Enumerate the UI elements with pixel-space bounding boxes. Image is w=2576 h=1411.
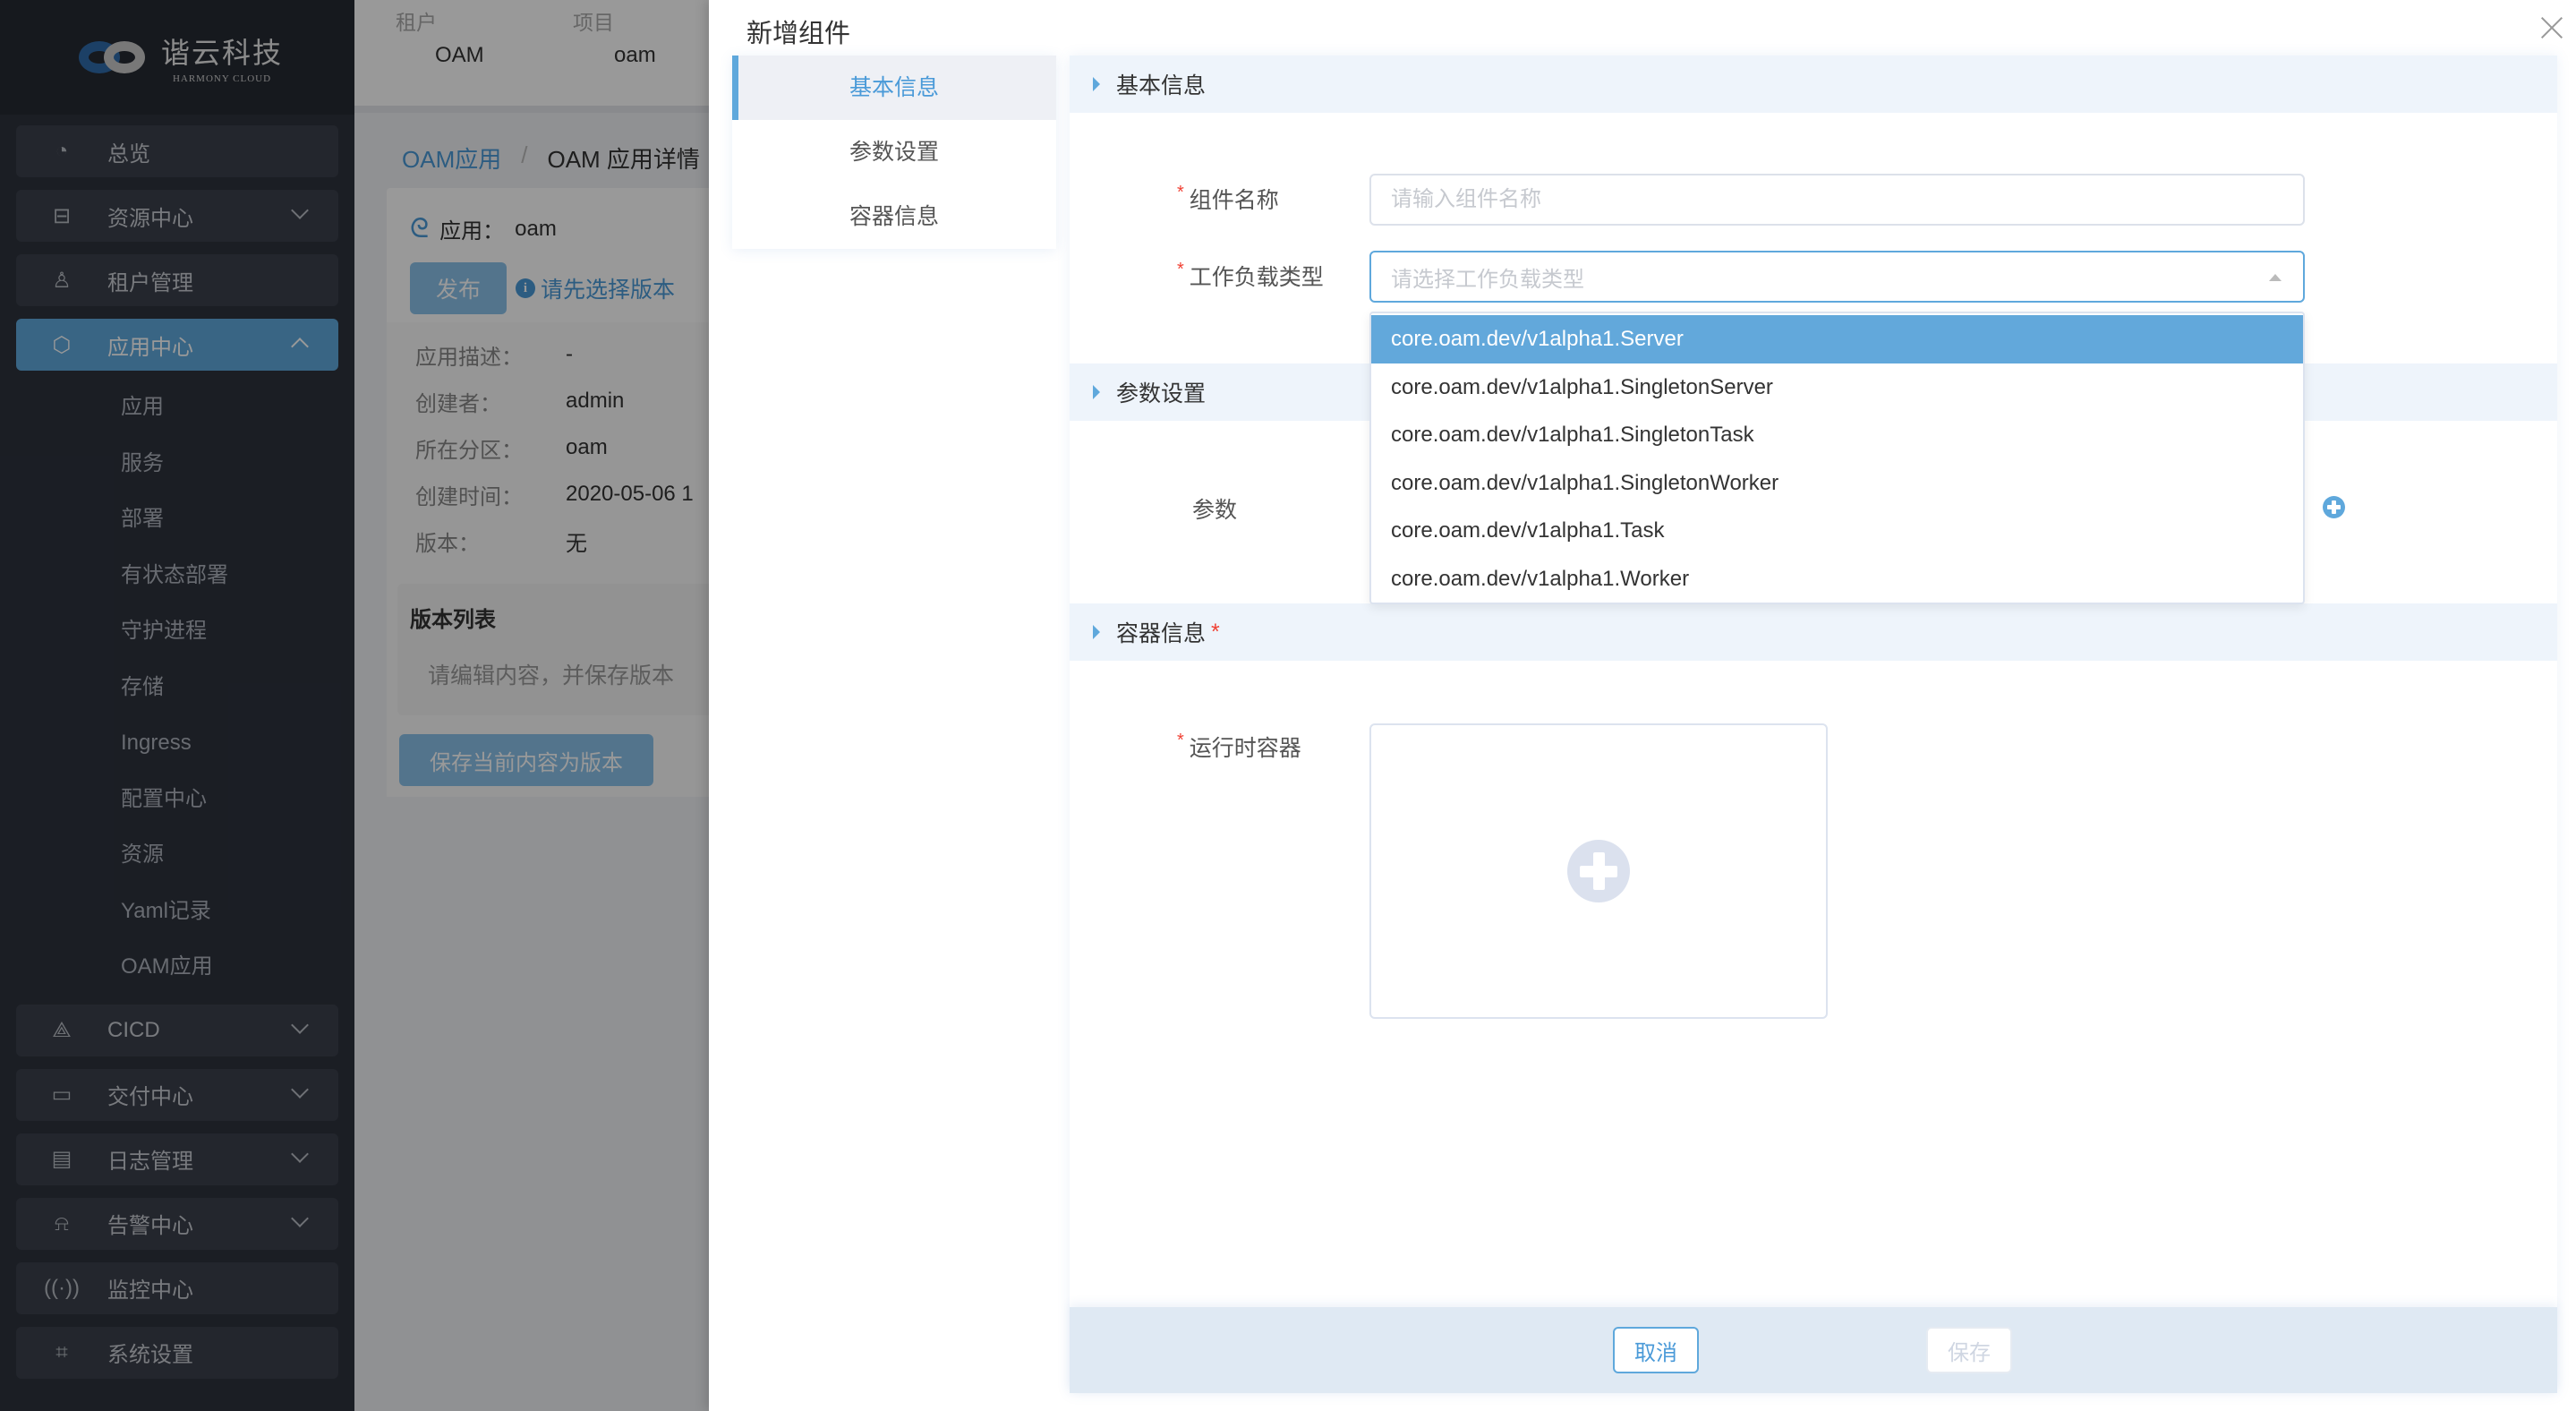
add-param-icon[interactable] [2323,496,2345,518]
caret-right-icon [1093,625,1100,639]
section-title: 参数设置 [1116,381,1207,406]
required-mark: * [1177,731,1184,750]
caret-up-icon [2269,274,2282,281]
tab-container-info[interactable]: 容器信息 [732,184,1056,249]
form-panel: 基本信息 *组件名称 *工作负载类型 请选择工作负载类型 参数设置 参数 容器信… [1070,56,2557,1393]
add-container-box[interactable] [1369,723,1828,1019]
required-mark: * [1177,183,1184,202]
add-component-drawer: 新增组件 基本信息 参数设置 容器信息 基本信息 *组件名称 *工作负载类型 请… [709,0,2576,1411]
tab-param-settings[interactable]: 参数设置 [732,120,1056,184]
component-name-input[interactable] [1369,174,2305,226]
required-mark: * [1211,619,1220,645]
close-icon[interactable] [2540,16,2563,39]
component-name-label: * 组件名称 [1177,183,1279,213]
section-header-basic[interactable]: 基本信息 [1070,56,2557,113]
workload-type-label: * 工作负载类型 [1177,260,1324,290]
caret-right-icon [1093,385,1100,399]
workload-type-dropdown: core.oam.dev/v1alpha1.Server core.oam.de… [1369,312,2305,604]
workload-type-select[interactable]: 请选择工作负载类型 [1369,251,2305,303]
section-header-container[interactable]: 容器信息 * [1070,603,2557,661]
drawer-footer: 取消 保存 [1070,1307,2557,1393]
dropdown-option[interactable]: core.oam.dev/v1alpha1.Server [1371,315,2303,363]
drawer-tabs: 基本信息 参数设置 容器信息 [732,56,1056,249]
dropdown-option[interactable]: core.oam.dev/v1alpha1.SingletonWorker [1371,459,2303,508]
dropdown-option[interactable]: core.oam.dev/v1alpha1.SingletonServer [1371,363,2303,412]
dropdown-option[interactable]: core.oam.dev/v1alpha1.Worker [1371,555,2303,603]
dropdown-option[interactable]: core.oam.dev/v1alpha1.SingletonTask [1371,411,2303,459]
tab-basic-info[interactable]: 基本信息 [732,56,1056,120]
section-title: 容器信息 [1116,621,1207,646]
caret-right-icon [1093,77,1100,91]
params-label: 参数 [1192,498,1238,523]
cancel-button[interactable]: 取消 [1613,1327,1699,1373]
runtime-container-label: * 运行时容器 [1177,731,1301,761]
drawer-title: 新增组件 [746,20,851,48]
save-button[interactable]: 保存 [1926,1327,2012,1373]
section-title: 基本信息 [1116,73,1207,98]
plus-circle-icon [1567,840,1630,902]
workload-type-placeholder: 请选择工作负载类型 [1391,267,1584,292]
dropdown-option[interactable]: core.oam.dev/v1alpha1.Task [1371,507,2303,555]
required-mark: * [1177,260,1184,279]
